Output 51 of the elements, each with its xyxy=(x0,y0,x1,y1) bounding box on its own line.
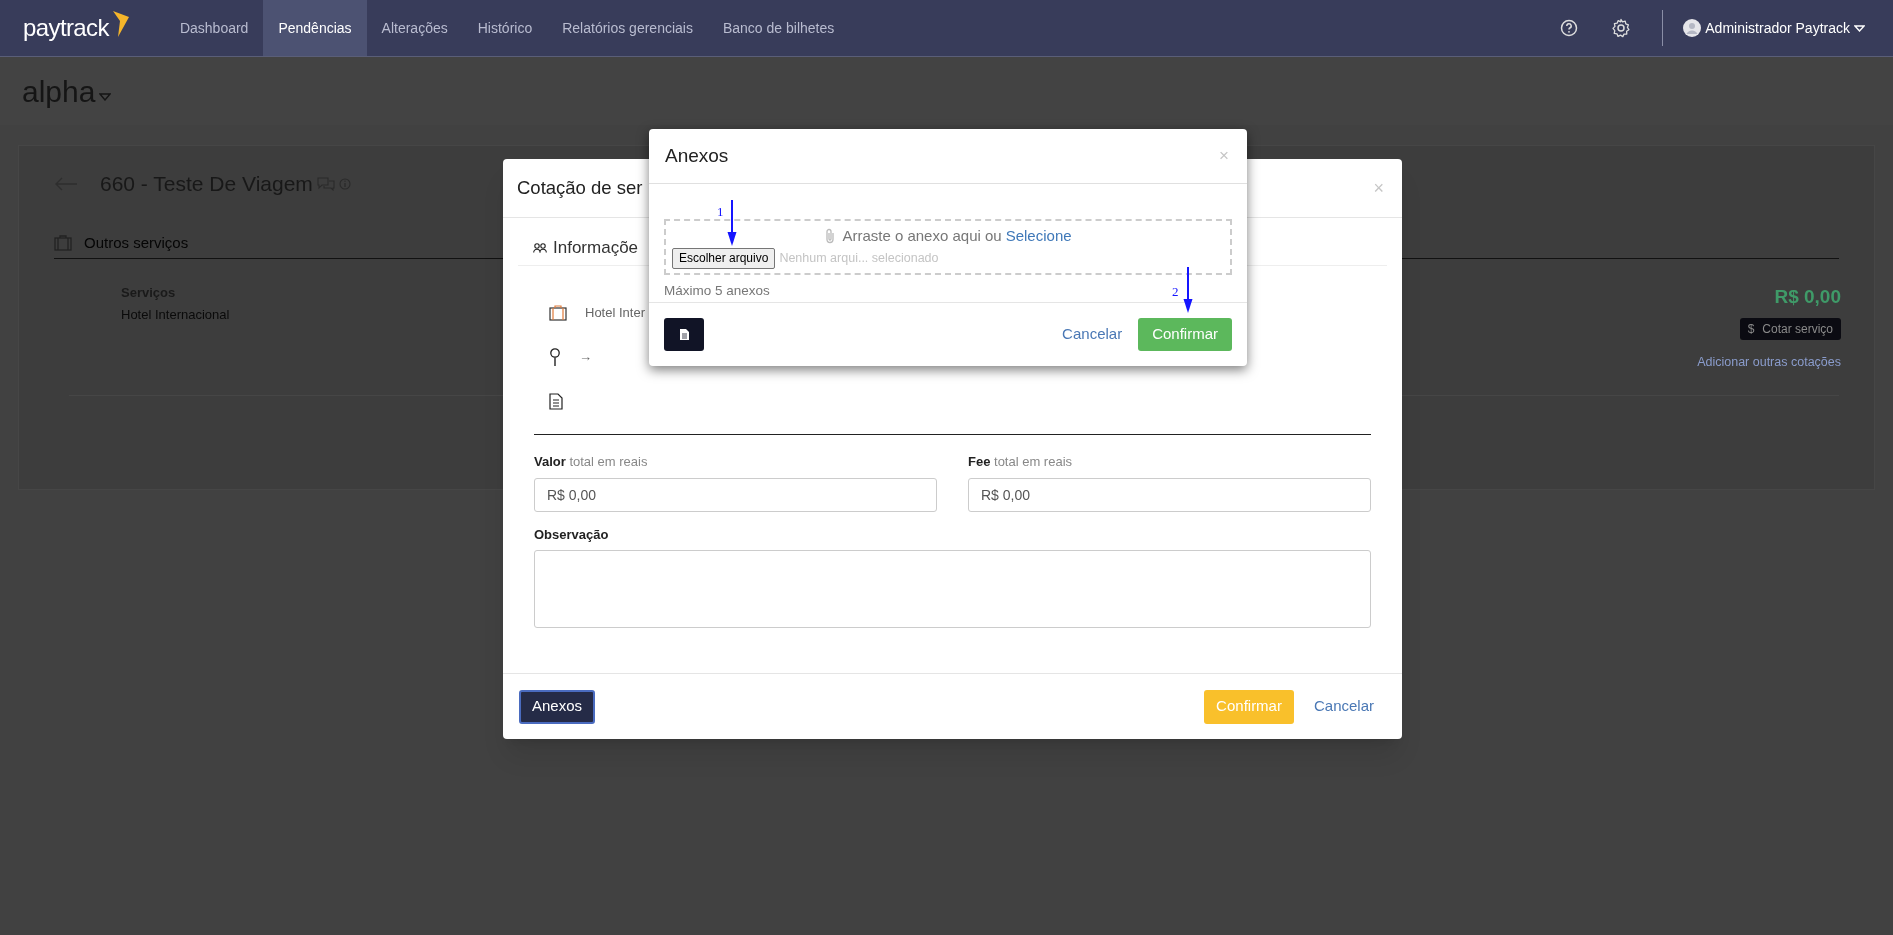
nav-tab[interactable]: Banco de bilhetes xyxy=(707,0,850,56)
service-name: Hotel Inter xyxy=(585,304,645,323)
settings-icon[interactable] xyxy=(1611,18,1632,38)
caret-icon[interactable] xyxy=(99,93,112,101)
drop-instructions: Arraste o anexo aqui ou xyxy=(842,226,1002,246)
people-icon xyxy=(533,242,547,253)
quote-service-button[interactable]: $ Cotar serviço xyxy=(1739,317,1841,340)
pin-icon xyxy=(549,348,561,366)
modal-title: Cotação de ser xyxy=(517,176,643,201)
annotation-arrow-icon xyxy=(727,200,737,246)
drop-zone[interactable]: Arraste o anexo aqui ou Selecione Escolher arquivo Nenhum arqui... selecionado xyxy=(664,219,1232,275)
paperclip-icon xyxy=(824,228,837,245)
suitcase-icon xyxy=(54,234,72,251)
cancel-button[interactable]: Cancelar xyxy=(1062,323,1123,346)
nav-tab[interactable]: Pendências xyxy=(263,0,367,56)
modal-title: Anexos xyxy=(665,143,729,168)
logo-mark-icon xyxy=(112,11,129,37)
amount-field[interactable]: R$ 0,00 xyxy=(534,477,937,512)
field-label: Fee total em reais xyxy=(968,453,1074,471)
file-status: Nenhum arqui... selecionado xyxy=(779,249,939,267)
information-tab[interactable]: Informaçõe xyxy=(553,234,639,261)
choose-file-button[interactable]: Escolher arquivo xyxy=(672,247,776,269)
attachments-button[interactable]: Anexos xyxy=(519,689,596,724)
field-label: Valor total em reais xyxy=(534,453,649,471)
annotation-arrow-icon xyxy=(1183,267,1193,313)
amount-field[interactable]: R$ 0,00 xyxy=(968,477,1371,512)
nav-tab[interactable]: Alterações xyxy=(366,0,463,56)
note-label: Observação xyxy=(534,525,610,544)
document-icon xyxy=(549,392,563,410)
section-title: Outros serviços xyxy=(84,232,189,253)
avatar-icon[interactable] xyxy=(1683,19,1702,37)
nav-tab[interactable]: Relatórios gerenciais xyxy=(547,0,708,56)
route-text: → xyxy=(579,348,592,367)
dollar-icon: $ xyxy=(1747,319,1755,338)
document-button[interactable] xyxy=(664,318,704,351)
select-link[interactable]: Selecione xyxy=(1005,225,1072,248)
user-menu[interactable]: Administrador Paytrack xyxy=(1705,17,1865,39)
logo-text[interactable]: paytrack xyxy=(23,10,109,46)
cancel-button[interactable]: Cancelar xyxy=(1313,695,1374,718)
add-quotes-link[interactable]: Adicionar outras cotações xyxy=(1697,352,1841,372)
service-price: R$ 0,00 xyxy=(1774,285,1841,309)
attachments-limit: Máximo 5 anexos xyxy=(664,282,770,300)
suitcase-icon xyxy=(549,305,567,321)
note-field[interactable] xyxy=(534,550,1371,628)
nav-tab[interactable]: Histórico xyxy=(462,0,548,56)
nav-tab[interactable]: Dashboard xyxy=(164,0,264,56)
caret-icon xyxy=(1854,24,1865,32)
help-icon[interactable] xyxy=(1560,19,1579,37)
step-number: 1 xyxy=(717,203,724,221)
step-number: 2 xyxy=(1172,283,1179,301)
document-icon xyxy=(679,329,689,340)
